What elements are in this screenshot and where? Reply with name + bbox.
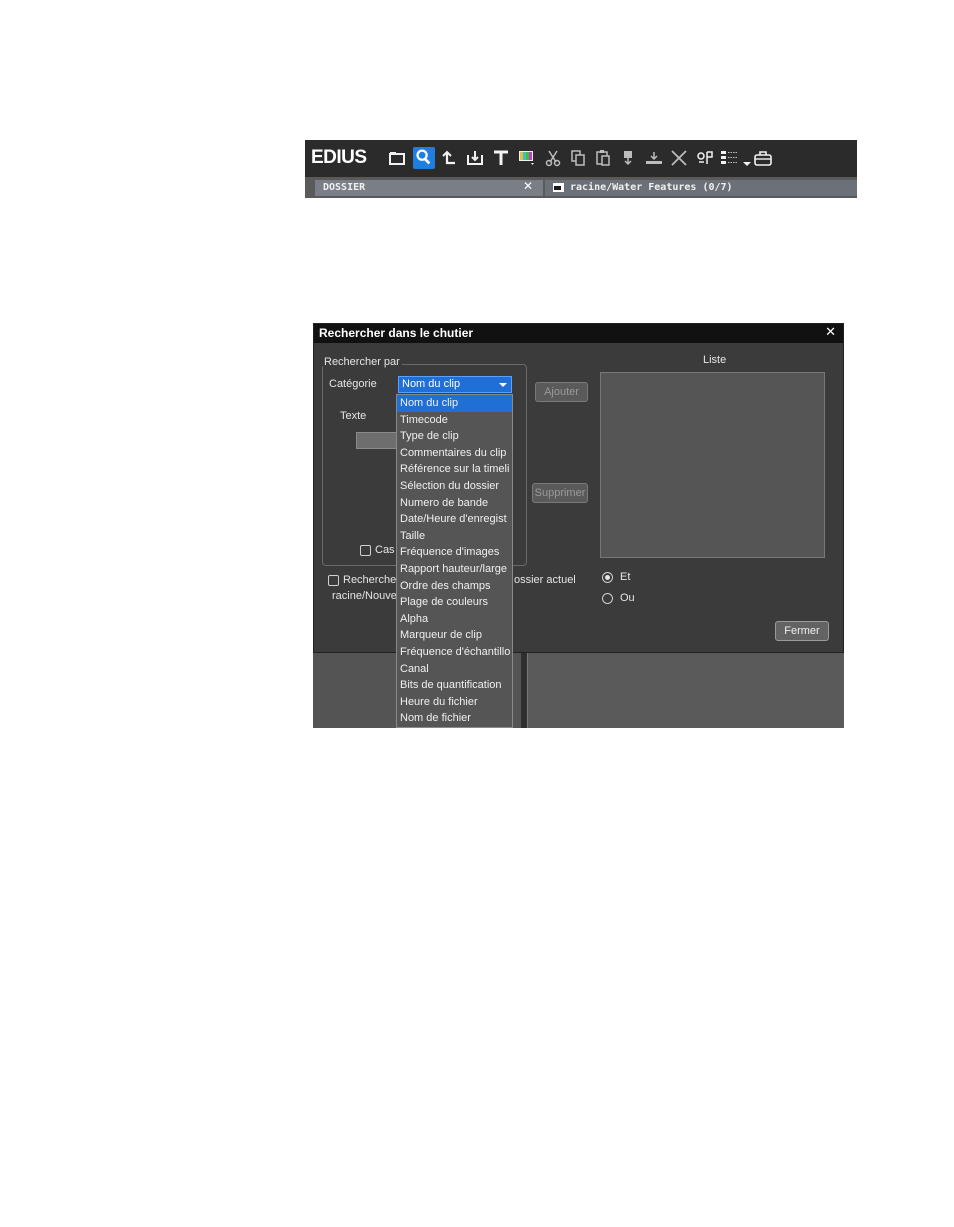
edius-logo: EDIUS [311, 147, 367, 168]
new-folder-icon[interactable] [387, 148, 407, 168]
close-icon[interactable]: ✕ [825, 325, 836, 340]
view-icon[interactable] [719, 148, 739, 168]
insert-icon[interactable] [644, 148, 664, 168]
case-sensitive-checkbox[interactable] [360, 545, 371, 556]
category-option[interactable]: Rapport hauteur/large [397, 561, 512, 578]
search-text-input[interactable] [356, 432, 398, 449]
close-folder-panel-icon[interactable]: ✕ [523, 179, 533, 193]
bin-search-screenshot: Rechercher dans le chutier ✕ Rechercher … [313, 323, 844, 728]
bin-toolbar: EDIUS DOSSIER ✕ racine/Water Features (0… [305, 140, 857, 198]
add-to-timeline-icon[interactable] [618, 148, 638, 168]
category-select[interactable]: Nom du clip [398, 376, 512, 393]
or-radio[interactable] [602, 593, 613, 604]
clip-view-background [527, 653, 844, 728]
category-option[interactable]: Marqueur de clip [397, 627, 512, 644]
search-by-label: Rechercher par [323, 356, 402, 368]
up-icon[interactable] [440, 148, 460, 168]
case-sensitive-label: Cas [375, 544, 395, 556]
folder-icon [553, 183, 564, 192]
dialog-title-bar: Rechercher dans le chutier ✕ [314, 324, 843, 343]
paste-icon[interactable] [593, 148, 613, 168]
category-option[interactable]: Sélection du dossier [397, 478, 512, 495]
criteria-list[interactable] [600, 372, 825, 558]
briefcase-icon[interactable] [753, 148, 773, 168]
properties-icon[interactable] [695, 148, 715, 168]
category-option[interactable]: Alpha [397, 611, 512, 628]
text-label: Texte [340, 410, 367, 422]
chevron-down-icon [499, 383, 507, 387]
category-option[interactable]: Date/Heure d'enregist [397, 511, 512, 528]
category-option[interactable]: Numero de bande [397, 495, 512, 512]
dialog-title: Rechercher dans le chutier [319, 326, 474, 340]
delete-icon[interactable] [669, 148, 689, 168]
search-current-folder-checkbox[interactable] [328, 575, 339, 586]
category-option[interactable]: Timecode [397, 412, 512, 429]
color-bars-icon[interactable] [517, 148, 537, 168]
delete-button[interactable]: Supprimer [532, 483, 588, 503]
or-radio-label: Ou [620, 592, 635, 604]
category-option[interactable]: Plage de couleurs [397, 594, 512, 611]
search-current-folder-label: Recherche [343, 574, 397, 586]
import-icon[interactable] [465, 148, 485, 168]
copy-icon[interactable] [568, 148, 588, 168]
category-option[interactable]: Canal [397, 661, 512, 678]
folder-panel-tab-label: DOSSIER [323, 182, 366, 193]
category-option[interactable]: Bits de quantification [397, 677, 512, 694]
category-option[interactable]: Taille [397, 528, 512, 545]
current-folder-path: racine/Water Features (0/7) [570, 182, 733, 193]
category-option[interactable]: Ordre des champs [397, 578, 512, 595]
category-option[interactable]: Nom de fichier [397, 710, 512, 727]
category-option[interactable]: Nom du clip [397, 395, 512, 412]
chevron-down-icon[interactable] [737, 148, 751, 168]
category-option[interactable]: Référence sur la timeli [397, 461, 512, 478]
title-icon[interactable] [491, 148, 511, 168]
cut-icon[interactable] [543, 148, 563, 168]
category-label: Catégorie [329, 378, 377, 390]
category-option[interactable]: Heure du fichier [397, 694, 512, 711]
current-folder-path-label: racine/Nouve [332, 590, 397, 602]
category-dropdown-list[interactable]: Nom du clip Timecode Type de clip Commentai… [396, 394, 513, 728]
and-radio-label: Et [620, 571, 631, 583]
add-button[interactable]: Ajouter [535, 382, 588, 402]
list-label: Liste [703, 354, 727, 366]
category-option[interactable]: Commentaires du clip [397, 445, 512, 462]
category-select-value: Nom du clip [402, 378, 461, 390]
category-option[interactable]: Type de clip [397, 428, 512, 445]
search-current-folder-label-suffix: ossier actuel [514, 574, 576, 586]
search-bin-dialog: Rechercher dans le chutier ✕ Rechercher … [313, 323, 844, 653]
close-button[interactable]: Fermer [775, 621, 829, 641]
category-option[interactable]: Fréquence d'échantillo [397, 644, 512, 661]
category-option[interactable]: Fréquence d'images [397, 544, 512, 561]
search-icon[interactable] [413, 147, 435, 169]
and-radio[interactable] [602, 572, 613, 583]
